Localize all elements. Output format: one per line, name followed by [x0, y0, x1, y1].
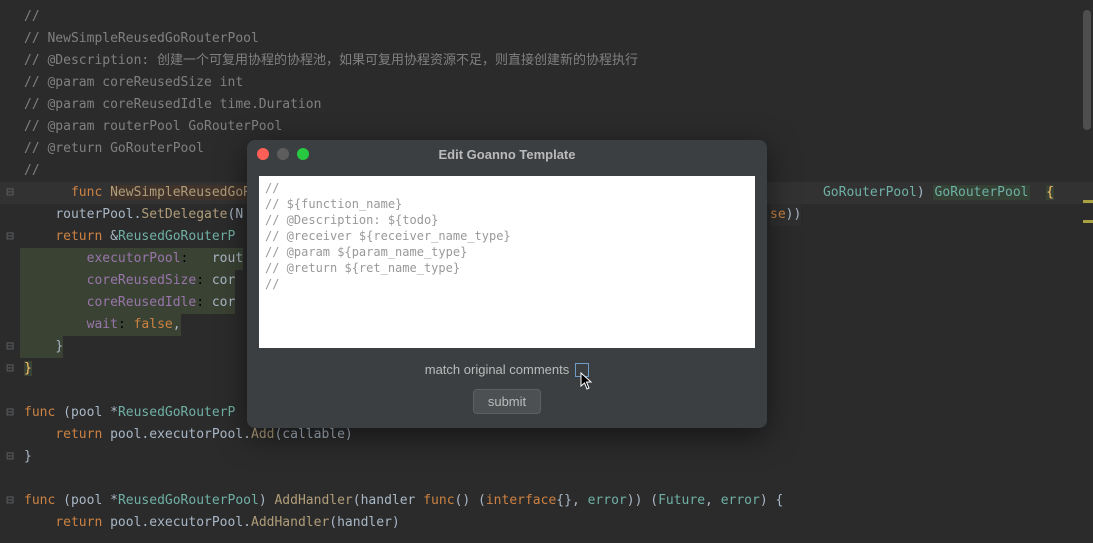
fold-icon[interactable]: ⊟ — [5, 232, 15, 242]
comment-line: // — [20, 6, 40, 28]
method-call: AddHandler — [251, 515, 329, 530]
field-value: cor — [212, 273, 235, 288]
keyword-return: return — [55, 427, 102, 442]
type-error: error — [588, 493, 627, 508]
brace-open: { — [1046, 185, 1054, 200]
receiver-type: ReusedGoRouterPool — [118, 493, 259, 508]
keyword-interface: interface — [486, 493, 556, 508]
template-textarea[interactable] — [259, 176, 755, 348]
param-type: GoRouterPool — [823, 185, 917, 200]
code-text: ) { — [760, 493, 783, 508]
receiver: (pool * — [63, 405, 118, 420]
window-close-icon[interactable] — [257, 148, 269, 160]
code-text: pool.executorPool. — [102, 427, 251, 442]
field-value: cor — [212, 295, 235, 310]
comment-line: // @return GoRouterPool — [20, 138, 204, 160]
window-minimize-icon[interactable] — [277, 148, 289, 160]
code-text: (N — [228, 207, 244, 222]
fold-icon[interactable]: ⊟ — [5, 188, 15, 198]
comment-line: // @param coreReusedSize int — [20, 72, 243, 94]
dialog-title: Edit Goanno Template — [247, 147, 767, 162]
receiver-type: ReusedGoRouterP — [118, 405, 235, 420]
code-text: () ( — [455, 493, 486, 508]
struct-field: coreReusedSize — [87, 273, 197, 288]
type-future: Future — [658, 493, 705, 508]
type-error: error — [721, 493, 760, 508]
fold-icon[interactable]: ⊟ — [5, 496, 15, 506]
scrollbar-thumb[interactable] — [1083, 10, 1091, 130]
field-value: rout — [212, 251, 243, 266]
code-text: , — [705, 493, 721, 508]
comment-line: // @param coreReusedIdle time.Duration — [20, 94, 321, 116]
struct-field: wait — [87, 317, 118, 332]
keyword-return: return — [55, 229, 102, 244]
keyword-func: func — [24, 405, 55, 420]
brace-close: } — [55, 339, 63, 354]
match-comments-checkbox[interactable] — [575, 363, 589, 377]
submit-button[interactable]: submit — [473, 389, 541, 414]
code-text: (callable) — [274, 427, 352, 442]
edit-template-dialog: Edit Goanno Template match original comm… — [247, 140, 767, 428]
fold-close-icon[interactable]: ⊟ — [5, 364, 15, 374]
receiver: (pool * — [63, 493, 118, 508]
return-type: GoRouterPool — [933, 185, 1031, 200]
window-maximize-icon[interactable] — [297, 148, 309, 160]
comment-line: // @Description: 创建一个可复用协程的协程池，如果可复用协程资源… — [20, 50, 638, 72]
keyword-func: func — [423, 493, 454, 508]
field-value-false: false — [134, 317, 173, 332]
comment-line: // NewSimpleReusedGoRouterPool — [20, 28, 259, 50]
fold-close-icon[interactable]: ⊟ — [5, 342, 15, 352]
keyword-func: func — [24, 493, 55, 508]
editor-marker[interactable] — [1083, 200, 1093, 203]
fold-close-icon[interactable]: ⊟ — [5, 452, 15, 462]
editor-marker[interactable] — [1083, 220, 1093, 223]
method-call: Add — [251, 427, 274, 442]
brace-close: } — [24, 361, 32, 376]
comment-line: // @param routerPool GoRouterPool — [20, 116, 282, 138]
code-text: & — [110, 229, 118, 244]
code-text: ) — [259, 493, 275, 508]
code-text: {}, — [556, 493, 587, 508]
method-call: SetDelegate — [141, 207, 227, 222]
keyword-return: return — [55, 515, 102, 530]
code-text: pool.executorPool. — [102, 515, 251, 530]
func-name: AddHandler — [274, 493, 352, 508]
scrollbar-track[interactable] — [1081, 0, 1093, 543]
code-text: (handler) — [329, 515, 399, 530]
code-text: )) ( — [627, 493, 658, 508]
checkbox-label: match original comments — [425, 362, 570, 377]
dialog-titlebar[interactable]: Edit Goanno Template — [247, 140, 767, 168]
keyword-func: func — [71, 185, 102, 200]
brace-close: } — [20, 446, 32, 468]
code-text: routerPool. — [55, 207, 141, 222]
struct-type: ReusedGoRouterP — [118, 229, 235, 244]
code-text: (handler — [353, 493, 423, 508]
struct-field: coreReusedIdle — [87, 295, 197, 310]
struct-field: executorPool — [87, 251, 181, 266]
fold-icon[interactable]: ⊟ — [5, 408, 15, 418]
